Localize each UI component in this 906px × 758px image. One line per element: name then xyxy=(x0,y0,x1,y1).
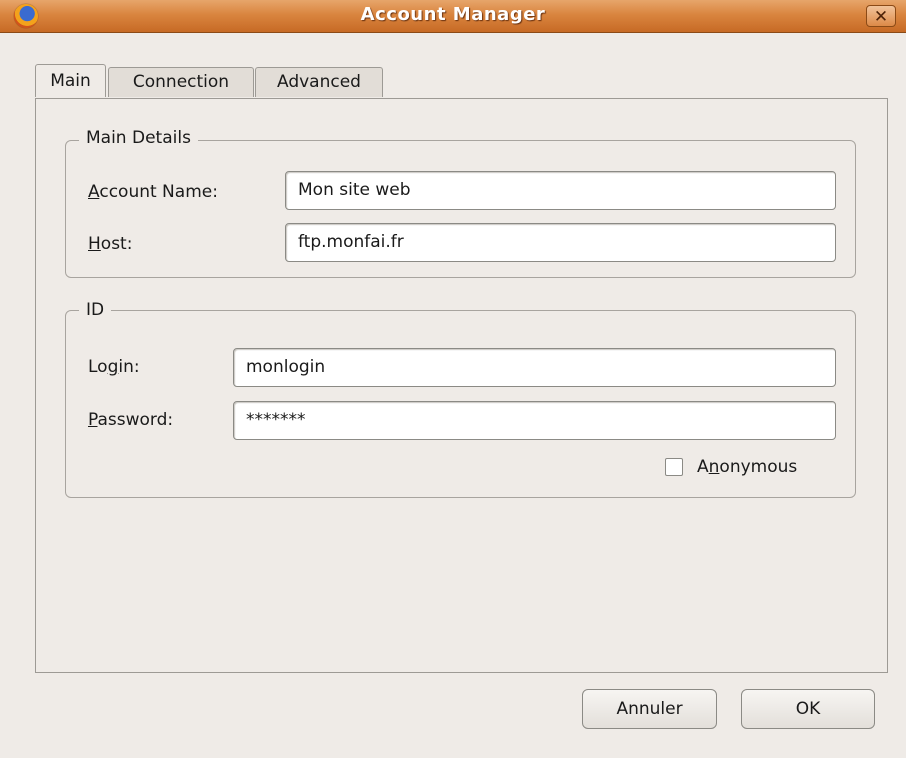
cancel-button[interactable]: Annuler xyxy=(582,689,717,729)
id-legend: ID xyxy=(79,300,112,320)
anonymous-label[interactable]: Anonymous xyxy=(697,456,797,478)
tab-advanced[interactable]: Advanced xyxy=(255,67,383,97)
ok-button[interactable]: OK xyxy=(741,689,875,729)
close-icon: ✕ xyxy=(873,7,889,27)
account-name-input[interactable]: Mon site web xyxy=(285,171,836,210)
anonymous-checkbox[interactable] xyxy=(665,458,683,476)
tab-connection[interactable]: Connection xyxy=(108,67,254,97)
password-input[interactable]: ******* xyxy=(233,401,836,440)
login-label: Login: xyxy=(88,357,140,377)
close-button[interactable]: ✕ xyxy=(866,5,896,27)
tab-main[interactable]: Main xyxy=(35,64,106,97)
host-label: Host: xyxy=(88,234,133,254)
main-details-legend: Main Details xyxy=(79,128,198,148)
password-label: Password: xyxy=(88,410,174,430)
window-title: Account Manager xyxy=(360,4,546,25)
login-input[interactable]: monlogin xyxy=(233,348,836,387)
title-bar: Account Manager ✕ xyxy=(0,0,906,33)
host-input[interactable]: ftp.monfai.fr xyxy=(285,223,836,262)
account-name-label: Account Name: xyxy=(88,182,218,202)
